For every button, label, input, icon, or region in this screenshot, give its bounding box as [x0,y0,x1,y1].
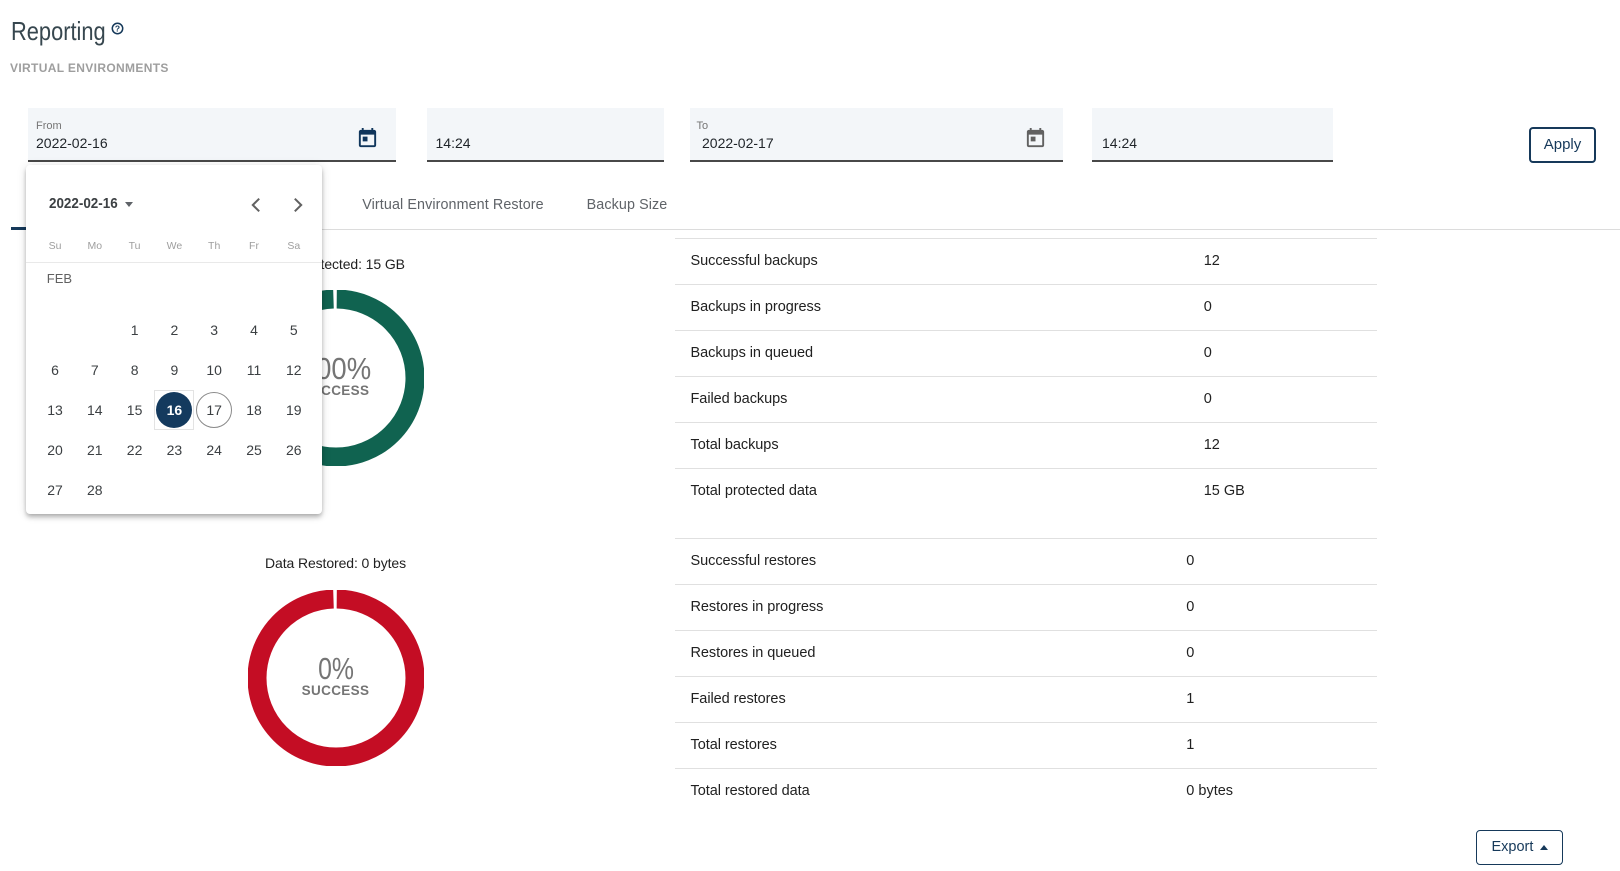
svg-text:?: ? [115,24,120,34]
